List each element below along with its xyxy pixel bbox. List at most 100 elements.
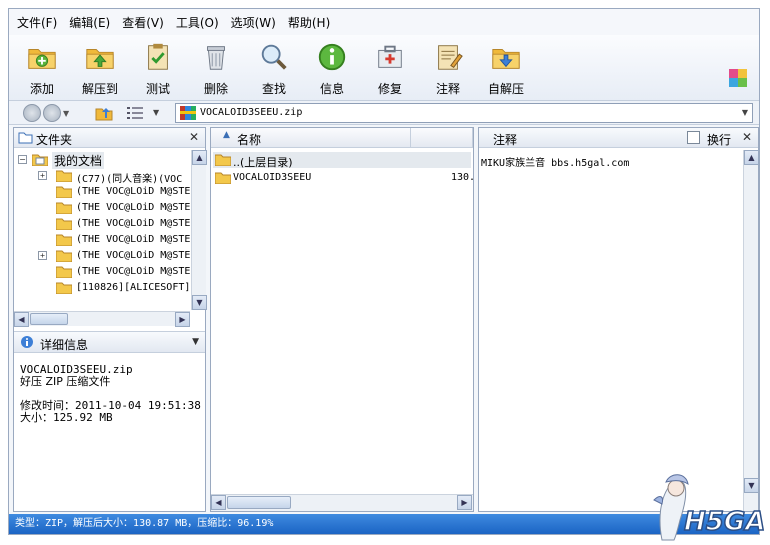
scroll-thumb[interactable] — [30, 313, 68, 325]
comment-panel-header: 注释 换行 ✕ — [479, 128, 758, 148]
scroll-down-icon[interactable]: ▼ — [192, 295, 207, 310]
self-extract-button[interactable]: 自解压 — [477, 35, 535, 97]
file-row[interactable]: VOCALOID3SEEU 130. — [213, 170, 475, 186]
scroll-up-icon[interactable]: ▲ — [192, 150, 207, 165]
watermark-text: H5GAL — [684, 507, 765, 537]
find-button[interactable]: 查找 — [245, 35, 303, 97]
view-mode-icon[interactable] — [127, 106, 143, 120]
folder-up-icon — [215, 154, 231, 166]
up-folder-icon[interactable] — [95, 104, 113, 122]
tree-item-label: (THE VOC@LOiD M@STE — [76, 266, 190, 277]
forward-button[interactable] — [43, 104, 61, 122]
tree-item-label: (THE VOC@LOiD M@STE — [76, 250, 190, 261]
folder-outline-icon — [18, 132, 33, 144]
scroll-right-icon[interactable]: ▶ — [457, 495, 472, 510]
folders-panel: 文件夹 ✕ − 我的文档 + (C77)(同人音楽)(VOC (THE VOC@… — [13, 127, 207, 512]
path-text: VOCALOID3SEEU.zip — [200, 107, 303, 118]
scroll-left-icon[interactable]: ◀ — [211, 495, 226, 510]
details-panel-title: 详细信息 — [40, 338, 89, 352]
detail-size: 大小：125.92 MB — [20, 411, 113, 424]
folder-icon — [215, 172, 231, 184]
add-folder-icon — [28, 49, 56, 69]
menu-tools[interactable]: 工具(O) — [176, 14, 219, 31]
folder-icon — [56, 234, 72, 246]
folder-tree: − 我的文档 + (C77)(同人音楽)(VOC (THE VOC@LOiD M… — [14, 150, 190, 310]
delete-button[interactable]: 删除 — [187, 35, 245, 97]
comment-text[interactable]: MIKU家族兰音 bbs.h5gal.com — [481, 154, 629, 169]
chevron-down-icon[interactable]: ▼ — [192, 337, 199, 347]
extract-to-button[interactable]: 解压到 — [71, 35, 129, 97]
expand-icon[interactable]: + — [38, 171, 47, 180]
test-clipboard-icon — [148, 43, 168, 70]
test-label: 测试 — [145, 82, 170, 96]
close-folders-panel-icon[interactable]: ✕ — [189, 130, 199, 144]
documents-folder-icon — [32, 154, 48, 166]
zip-archive-icon — [180, 106, 196, 120]
tree-item-label: (C77)(同人音楽)(VOC — [76, 174, 183, 185]
folder-icon — [56, 266, 72, 278]
extract-to-label: 解压到 — [81, 82, 118, 96]
folder-icon — [56, 186, 72, 198]
collapse-icon[interactable]: − — [18, 155, 27, 164]
tree-item-label: (THE VOC@LOiD M@STE — [76, 202, 190, 213]
file-size: 130. — [451, 172, 476, 183]
add-label: 添加 — [29, 82, 54, 96]
back-button[interactable] — [23, 104, 41, 122]
path-dropdown-icon[interactable]: ▼ — [742, 108, 748, 117]
close-comment-panel-icon[interactable]: ✕ — [742, 130, 752, 144]
folder-icon — [56, 282, 72, 294]
folder-icon — [56, 170, 72, 182]
size-column-header[interactable] — [411, 128, 473, 148]
folders-panel-header: 文件夹 ✕ — [14, 128, 205, 148]
menu-view[interactable]: 查看(V) — [122, 14, 164, 31]
h5gal-watermark-logo: H5GAL — [653, 474, 765, 541]
menu-bar: 文件(F) 编辑(E) 查看(V) 工具(O) 选项(W) 帮助(H) — [9, 9, 759, 35]
info-button[interactable]: 信息 — [303, 35, 361, 97]
detail-type: 好压 ZIP 压缩文件 — [20, 375, 111, 388]
trash-icon — [207, 46, 225, 70]
name-column-header[interactable]: ▲ 名称 — [211, 128, 411, 148]
folder-icon — [56, 250, 72, 262]
folder-tree-hscroll[interactable]: ◀ ▶ — [14, 311, 190, 327]
file-row-parent[interactable]: ..(上层目录) — [213, 152, 471, 169]
sort-up-icon: ▲ — [223, 130, 230, 140]
folder-icon — [56, 202, 72, 214]
magnifier-icon — [261, 44, 287, 70]
scroll-up-icon[interactable]: ▲ — [744, 150, 759, 165]
file-name: VOCALOID3SEEU — [233, 172, 312, 183]
repair-kit-icon — [378, 45, 402, 68]
menu-help[interactable]: 帮助(H) — [288, 14, 330, 31]
info-icon — [318, 43, 346, 71]
wrap-label: 换行 — [707, 133, 732, 147]
menu-file[interactable]: 文件(F) — [17, 14, 57, 31]
file-list-hscroll[interactable]: ◀ ▶ — [211, 494, 473, 511]
details-body: VOCALOID3SEEU.zip 好压 ZIP 压缩文件 修改时间：2011-… — [20, 364, 201, 424]
scroll-left-icon[interactable]: ◀ — [14, 312, 29, 327]
comment-vscroll[interactable]: ▲ ▼ — [743, 150, 759, 511]
self-extract-label: 自解压 — [487, 82, 524, 96]
expand-icon[interactable]: + — [38, 251, 47, 260]
comment-label: 注释 — [435, 82, 460, 96]
history-dropdown-icon[interactable]: ▼ — [63, 109, 69, 118]
sfx-folder-icon — [492, 49, 520, 69]
tree-item-label: (THE VOC@LOiD M@STE — [76, 234, 190, 245]
scroll-right-icon[interactable]: ▶ — [175, 312, 190, 327]
details-panel-header[interactable]: 详细信息 ▼ — [14, 331, 205, 353]
menu-edit[interactable]: 编辑(E) — [69, 14, 110, 31]
add-button[interactable]: 添加 — [13, 35, 71, 97]
comment-button[interactable]: 注释 — [419, 35, 477, 97]
view-dropdown-icon[interactable]: ▼ — [153, 108, 159, 117]
test-button[interactable]: 测试 — [129, 35, 187, 97]
comment-icon — [438, 45, 463, 70]
repair-button[interactable]: 修复 — [361, 35, 419, 97]
scroll-thumb[interactable] — [227, 496, 291, 509]
menu-options[interactable]: 选项(W) — [231, 14, 276, 31]
find-label: 查找 — [261, 82, 286, 96]
file-name: ..(上层目录) — [233, 156, 293, 169]
path-combobox[interactable]: VOCALOID3SEEU.zip ▼ — [175, 103, 753, 123]
wrap-checkbox[interactable] — [687, 131, 700, 144]
info-label: 信息 — [319, 82, 344, 96]
app-window: 文件(F) 编辑(E) 查看(V) 工具(O) 选项(W) 帮助(H) 添加 解… — [8, 8, 760, 535]
folder-tree-vscroll[interactable]: ▲ ▼ — [191, 150, 207, 310]
file-list-panel: ▲ 名称 ..(上层目录) VOCALOID3SEEU 130. ◀ ▶ — [210, 127, 475, 512]
